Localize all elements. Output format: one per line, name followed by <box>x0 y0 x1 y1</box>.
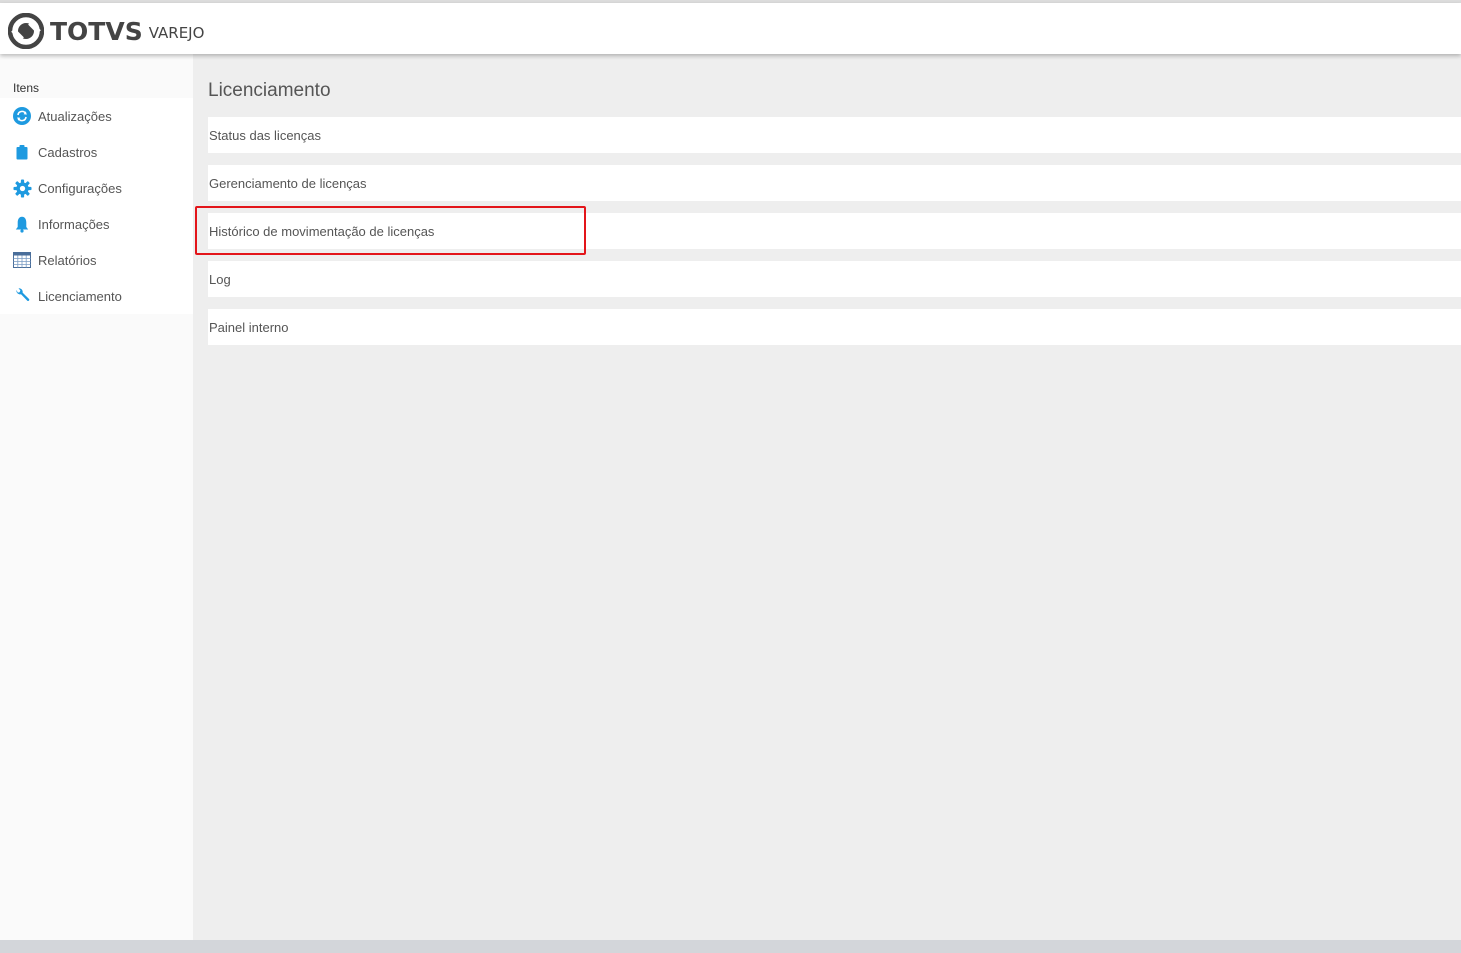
page-title: Licenciamento <box>208 80 331 101</box>
refresh-icon <box>12 106 32 126</box>
sidebar-item-atualizacoes[interactable]: Atualizações <box>0 98 193 134</box>
sidebar-heading: Itens <box>13 81 40 95</box>
menu-item-label: Gerenciamento de licenças <box>209 175 367 191</box>
menu-item-historico-movimentacao[interactable]: Histórico de movimentação de licenças <box>208 213 1461 249</box>
table-icon <box>12 250 32 270</box>
menu-item-status-licencas[interactable]: Status das licenças <box>208 117 1461 153</box>
sidebar-item-relatorios[interactable]: Relatórios <box>0 242 193 278</box>
menu-item-label: Log <box>209 271 231 287</box>
sidebar-item-cadastros[interactable]: Cadastros <box>0 134 193 170</box>
menu-item-label: Painel interno <box>209 319 289 335</box>
sidebar-item-informacoes[interactable]: Informações <box>0 206 193 242</box>
brand-name: TOTVS <box>50 16 143 46</box>
product-name: VAREJO <box>148 23 205 42</box>
wrench-icon <box>12 286 32 306</box>
menu-item-label: Histórico de movimentação de licenças <box>209 223 435 239</box>
sidebar-item-label: Informações <box>38 216 110 232</box>
sidebar-item-label: Cadastros <box>38 144 98 160</box>
menu-item-painel-interno[interactable]: Painel interno <box>208 309 1461 345</box>
sidebar-item-configuracoes[interactable]: Configurações <box>0 170 193 206</box>
sidebar: Itens Atualizações Cadastros Configuraçõ… <box>0 54 193 940</box>
gear-icon <box>12 178 32 198</box>
sidebar-item-label: Relatórios <box>38 252 97 268</box>
sidebar-item-label: Configurações <box>38 180 122 196</box>
bell-icon <box>12 214 32 234</box>
menu-item-gerenciamento-licencas[interactable]: Gerenciamento de licenças <box>208 165 1461 201</box>
sidebar-item-label: Licenciamento <box>38 288 122 304</box>
sidebar-item-label: Atualizações <box>38 108 112 124</box>
menu-item-label: Status das licenças <box>209 127 322 143</box>
totvs-logo-icon <box>8 13 44 49</box>
clipboard-icon <box>12 142 32 162</box>
sidebar-item-licenciamento[interactable]: Licenciamento <box>0 278 193 314</box>
app-header: TOTVS VAREJO <box>0 3 1461 54</box>
logo[interactable]: TOTVS VAREJO <box>8 13 204 49</box>
footer-bar <box>0 940 1461 953</box>
menu-item-log[interactable]: Log <box>208 261 1461 297</box>
sidebar-list: Atualizações Cadastros Configurações Inf… <box>0 98 193 314</box>
main-content: Licenciamento Status das licenças Gerenc… <box>193 54 1461 940</box>
